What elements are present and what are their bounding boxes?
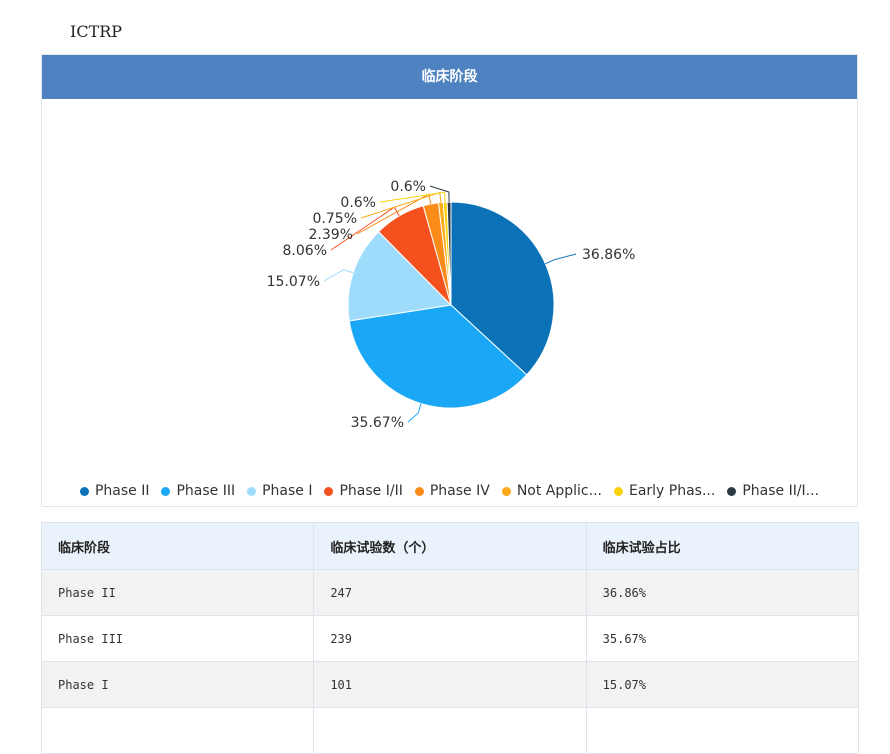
legend-item[interactable]: Phase I/II — [324, 483, 403, 499]
legend-item[interactable]: Early Phas... — [613, 483, 716, 499]
table-cell-count: 101 — [313, 661, 587, 708]
legend-item[interactable]: Phase III — [161, 483, 235, 499]
table-cell-ratio: 35.67% — [585, 615, 860, 662]
table-cell-phase: Phase II — [40, 569, 315, 616]
legend-item[interactable]: Not Applic... — [501, 483, 602, 499]
legend-label: Phase IV — [429, 483, 490, 499]
pie-data-label: 0.6% — [390, 179, 426, 195]
table-cell-empty — [313, 707, 587, 754]
table-header-phase: 临床阶段 — [40, 522, 315, 570]
table-cell-ratio: 15.07% — [585, 661, 860, 708]
table-cell-empty — [40, 707, 315, 754]
table-header-count: 临床试验数（个） — [313, 522, 587, 570]
data-table: 临床阶段 临床试验数（个） 临床试验占比 Phase II 247 36.86%… — [40, 522, 860, 754]
table-cell-ratio: 36.86% — [585, 569, 860, 616]
legend-label: Phase I — [262, 483, 313, 499]
table-row: Phase II 247 36.86% — [40, 569, 860, 616]
pie-data-label: 8.06% — [283, 243, 327, 259]
pie-data-label: 0.6% — [340, 195, 376, 211]
table-cell-count: 239 — [313, 615, 587, 662]
table-header-ratio: 临床试验占比 — [585, 522, 860, 570]
legend-dot-icon — [161, 486, 171, 496]
table-header-row: 临床阶段 临床试验数（个） 临床试验占比 — [40, 522, 860, 570]
table-row — [40, 707, 860, 754]
pie-label-line — [545, 253, 577, 265]
legend-label: Phase II/I... — [742, 483, 820, 499]
legend-label: Phase I/II — [339, 483, 403, 499]
pie-label-line — [407, 403, 422, 423]
pie-data-label: 15.07% — [267, 274, 320, 290]
legend-item[interactable]: Phase II — [79, 483, 150, 499]
legend-dot-icon — [727, 486, 737, 496]
legend-item[interactable]: Phase II/I... — [727, 483, 819, 499]
legend-dot-icon — [613, 486, 623, 496]
legend-dot-icon — [414, 486, 424, 496]
legend-dot-icon — [247, 486, 257, 496]
pie-label-line — [323, 269, 354, 282]
legend-dot-icon — [79, 486, 89, 496]
pie-data-label: 35.67% — [351, 415, 404, 431]
legend-label: Phase III — [176, 483, 236, 499]
legend-label: Not Applic... — [516, 483, 602, 499]
legend-dot-icon — [324, 486, 334, 496]
table-cell-empty — [585, 707, 860, 754]
pie-data-label: 2.39% — [309, 227, 353, 243]
legend-dot-icon — [501, 486, 511, 496]
table-cell-count: 247 — [313, 569, 587, 616]
table-cell-phase: Phase I — [40, 661, 315, 708]
pie-data-label: 36.86% — [582, 247, 635, 263]
legend-item[interactable]: Phase IV — [414, 483, 490, 499]
legend-label: Phase II — [94, 483, 150, 499]
table-cell-phase: Phase III — [40, 615, 315, 662]
pie-chart: 36.86%35.67%15.07%8.06%2.39%0.75%0.6%0.6… — [267, 179, 636, 431]
table-row: Phase I 101 15.07% — [40, 661, 860, 708]
section-label: ICTRP — [70, 22, 123, 41]
pie-data-label: 0.75% — [313, 211, 357, 227]
legend-label: Early Phas... — [628, 483, 716, 499]
table-row: Phase III 239 35.67% — [40, 615, 860, 662]
chart-legend: Phase II Phase III Phase I Phase I/II Phase … — [42, 483, 857, 499]
legend-item[interactable]: Phase I — [247, 483, 312, 499]
chart-card: 临床阶段 36.86% 35.67% 15.07% 8.06% 2.39% 0.75% 0.… — [41, 54, 858, 507]
